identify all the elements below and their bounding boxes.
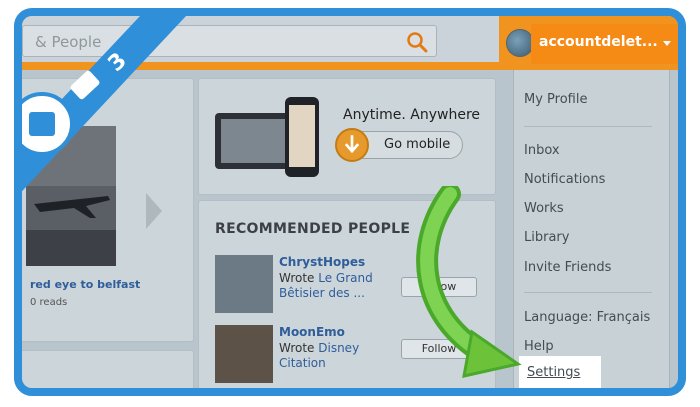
menu-item-my-profile[interactable]: My Profile [524, 92, 587, 107]
avatar[interactable] [506, 29, 534, 57]
settings-label: Settings [527, 365, 581, 380]
menu-item-notifications[interactable]: Notifications [524, 172, 605, 187]
devices-illustration [215, 97, 319, 177]
person-wrote: Wrote Disney Citation [279, 341, 399, 371]
avatar[interactable] [215, 255, 273, 313]
search-icon[interactable] [406, 31, 428, 53]
account-menu-button[interactable]: accountdelet... [531, 24, 678, 64]
menu-divider [524, 292, 652, 293]
person-wrote: Wrote Le Grand Bêtisier des ... [279, 271, 399, 301]
menu-item-settings[interactable]: Settings [519, 356, 601, 388]
menu-item-inbox[interactable]: Inbox [524, 143, 560, 158]
recommended-heading: RECOMMENDED PEOPLE [215, 221, 411, 237]
left-lower-panel [22, 350, 194, 388]
menu-item-language[interactable]: Language: Français [524, 310, 650, 325]
screenshot-frame: & People accountdelet... red eye to belf… [14, 8, 686, 396]
menu-divider [524, 126, 652, 127]
wrote-prefix: Wrote [279, 271, 319, 285]
mobile-promo-panel: Anytime. Anywhere Go mobile [198, 78, 496, 195]
go-mobile-label: Go mobile [384, 137, 451, 152]
book-reads: 0 reads [30, 297, 68, 308]
download-arrow-icon [335, 128, 369, 162]
mobile-headline: Anytime. Anywhere [343, 107, 480, 123]
go-mobile-button[interactable]: Go mobile [335, 128, 463, 162]
wrote-prefix: Wrote [279, 341, 319, 355]
menu-item-help[interactable]: Help [524, 339, 554, 354]
menu-item-library[interactable]: Library [524, 230, 569, 245]
avatar[interactable] [215, 325, 273, 383]
account-name: accountdelet... [539, 34, 658, 50]
step-ribbon [22, 16, 186, 192]
person-name[interactable]: MoonEmo [279, 325, 345, 339]
menu-item-works[interactable]: Works [524, 201, 564, 216]
book-title[interactable]: red eye to belfast [30, 278, 140, 291]
chevron-down-icon [663, 41, 671, 46]
person-name[interactable]: ChrystHopes [279, 255, 365, 269]
pointer-arrow-icon [416, 186, 522, 378]
menu-item-invite-friends[interactable]: Invite Friends [524, 260, 611, 275]
account-dropdown-menu: My Profile Inbox Notifications Works Lib… [513, 70, 670, 388]
